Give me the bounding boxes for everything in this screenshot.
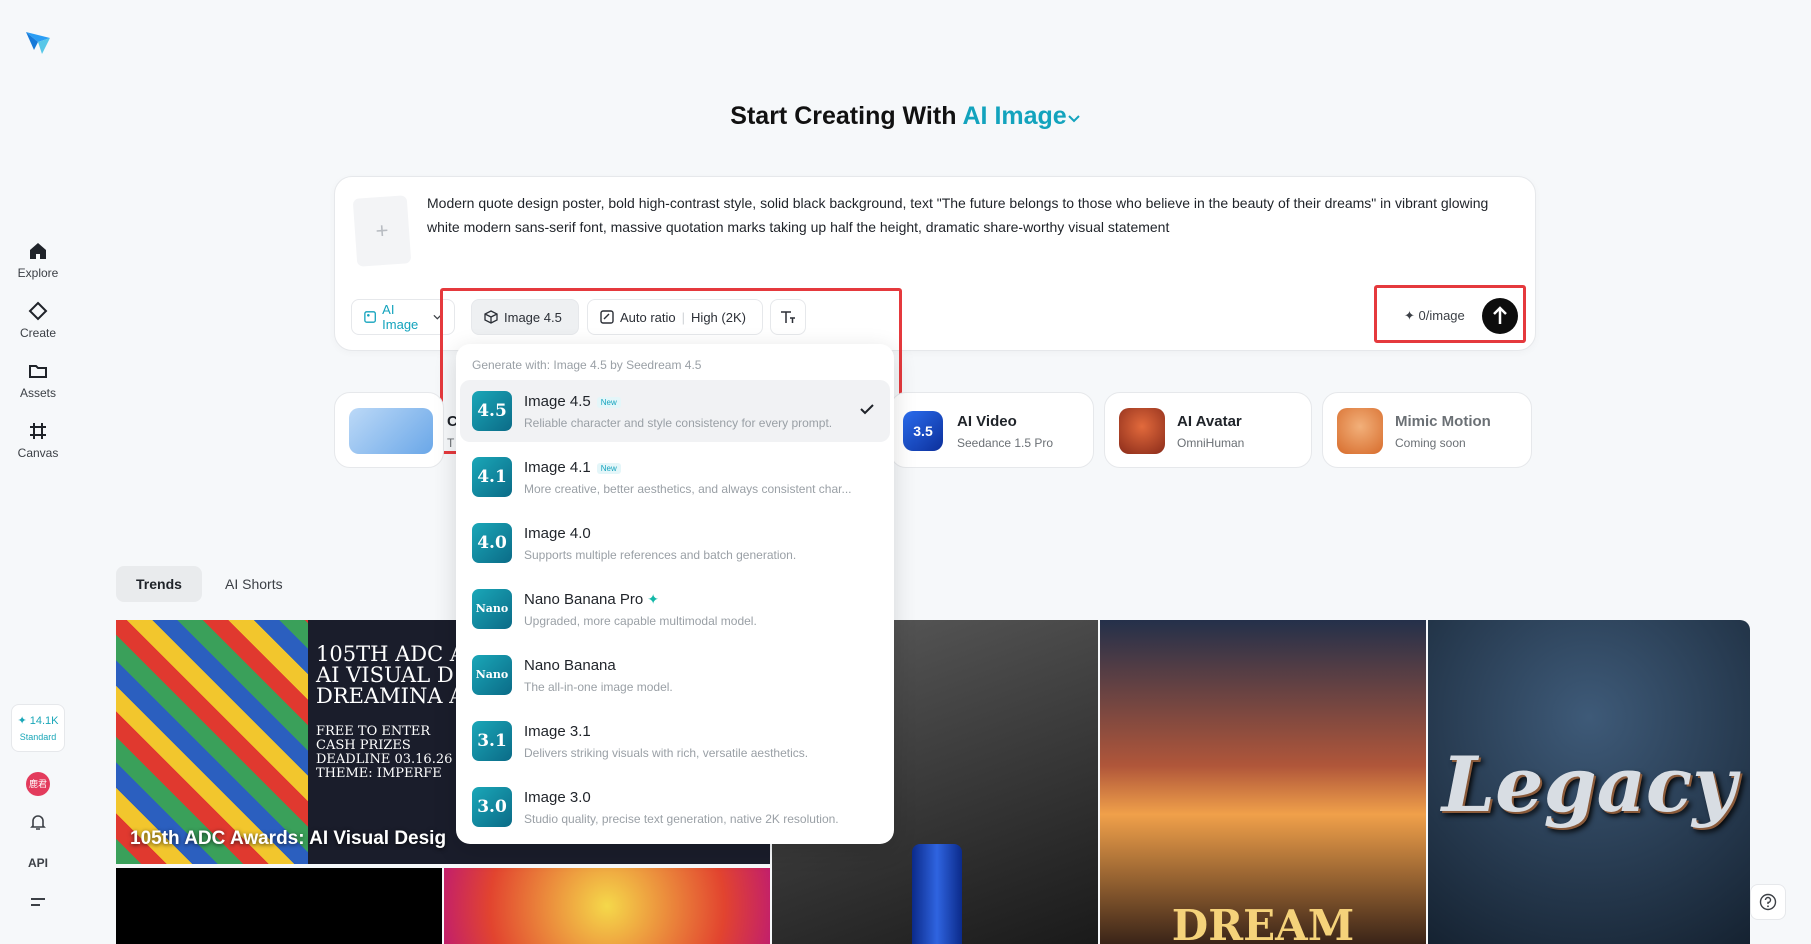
tab-trends[interactable]: Trends bbox=[116, 566, 202, 602]
help-button[interactable] bbox=[1750, 884, 1786, 920]
model-option-image-4-0[interactable]: 4.0 Image 4.0 Supports multiple referenc… bbox=[460, 512, 890, 574]
model-thumbnail: 3.1 bbox=[472, 721, 512, 761]
model-option-image-4-1[interactable]: 4.1 Image 4.1 New More creative, better a… bbox=[460, 446, 890, 508]
model-dropdown: Generate with: Image 4.5 by Seedream 4.5… bbox=[456, 344, 894, 844]
bell-icon[interactable] bbox=[28, 812, 48, 832]
sidebar-item-explore[interactable]: Explore bbox=[0, 240, 76, 280]
credits-badge[interactable]: ✦ 14.1K Standard bbox=[11, 704, 65, 752]
feature-card-ai-video[interactable]: 3.5 AI Video Seedance 1.5 Pro bbox=[890, 392, 1094, 468]
highlight-generate bbox=[1374, 285, 1526, 343]
pegasus-thumbnail bbox=[349, 408, 433, 454]
prompt-input[interactable]: Modern quote design poster, bold high-co… bbox=[427, 191, 1507, 239]
avatar-thumbnail bbox=[1119, 408, 1165, 454]
avatar[interactable]: 鹿君 bbox=[26, 772, 50, 796]
home-icon bbox=[30, 243, 46, 259]
feature-card-mimic-motion[interactable]: Mimic Motion Coming soon bbox=[1322, 392, 1532, 468]
feature-card-ai-avatar[interactable]: AI Avatar OmniHuman bbox=[1104, 392, 1312, 468]
dropdown-header: Generate with: Image 4.5 by Seedream 4.5 bbox=[472, 358, 702, 372]
sidebar-item-label: Explore bbox=[17, 266, 59, 280]
plan-label: Standard bbox=[19, 732, 57, 742]
gallery-card-comic[interactable] bbox=[444, 868, 770, 944]
new-badge: New bbox=[596, 396, 621, 408]
sidebar-item-label: Create bbox=[19, 326, 57, 340]
mode-selector[interactable]: AI Image bbox=[963, 102, 1081, 130]
legacy-text: Legacy bbox=[1441, 740, 1737, 829]
sparkle-icon: ✦ bbox=[647, 591, 659, 607]
upload-reference-button[interactable]: + bbox=[352, 195, 412, 267]
sidebar-item-create[interactable]: Create bbox=[0, 300, 76, 340]
poster-text: 105TH ADC A AI VISUAL D DREAMINA A FREE … bbox=[316, 642, 465, 781]
dreamina-logo-icon[interactable] bbox=[24, 28, 52, 56]
question-icon bbox=[1759, 893, 1777, 911]
credits-count: 14.1K bbox=[29, 715, 59, 727]
sidebar-item-label: Canvas bbox=[17, 446, 59, 460]
diamond-icon bbox=[28, 301, 48, 321]
tab-ai-shorts[interactable]: AI Shorts bbox=[205, 566, 303, 602]
model-option-image-3-1[interactable]: 3.1 Image 3.1 Delivers striking visuals … bbox=[460, 710, 890, 772]
gallery-grid: 105TH ADC A AI VISUAL D DREAMINA A FREE … bbox=[116, 620, 1750, 944]
model-thumbnail: 4.5 bbox=[472, 391, 512, 431]
gallery-card-dark[interactable] bbox=[116, 868, 442, 944]
model-thumbnail: 4.0 bbox=[472, 523, 512, 563]
sidebar-item-assets[interactable]: Assets bbox=[0, 360, 76, 400]
model-thumbnail: Nano bbox=[472, 589, 512, 629]
motion-thumbnail bbox=[1337, 408, 1383, 454]
bottle-shape bbox=[912, 844, 962, 944]
dream-text: DREAM bbox=[1171, 901, 1355, 944]
model-thumbnail: Nano bbox=[472, 655, 512, 695]
model-option-nano-banana-pro[interactable]: Nano Nano Banana Pro ✦ Upgraded, more cap… bbox=[460, 578, 890, 640]
model-option-image-4-5[interactable]: 4.5 Image 4.5 New Reliable character and … bbox=[460, 380, 890, 442]
seedance-thumbnail: 3.5 bbox=[903, 411, 943, 451]
page-title: Start Creating With AI Image bbox=[0, 102, 1811, 131]
sparkle-icon: ✦ bbox=[17, 715, 30, 727]
feature-card-ai-agent[interactable]: C T bbox=[334, 392, 458, 468]
checkmark-icon bbox=[860, 404, 874, 415]
gallery-card-legacy[interactable]: Legacy bbox=[1428, 620, 1750, 944]
gallery-caption: 105th ADC Awards: AI Visual Desig bbox=[130, 828, 447, 849]
api-link[interactable]: API bbox=[0, 856, 76, 870]
model-thumbnail: 4.1 bbox=[472, 457, 512, 497]
model-option-nano-banana[interactable]: Nano Nano Banana The all-in-one image mo… bbox=[460, 644, 890, 706]
chevron-down-icon bbox=[1067, 115, 1080, 123]
folder-icon bbox=[29, 365, 47, 378]
new-badge: New bbox=[596, 462, 621, 474]
sidebar: Explore Create Assets Canvas ✦ 14.1K Sta… bbox=[0, 0, 76, 944]
menu-icon[interactable] bbox=[30, 896, 46, 908]
image-icon bbox=[364, 311, 376, 323]
gallery-card-dream[interactable]: DREAM bbox=[1100, 620, 1426, 944]
sidebar-item-canvas[interactable]: Canvas bbox=[0, 420, 76, 460]
sidebar-item-label: Assets bbox=[19, 386, 56, 400]
model-thumbnail: 3.0 bbox=[472, 787, 512, 827]
model-option-image-3-0[interactable]: 3.0 Image 3.0 Studio quality, precise te… bbox=[460, 776, 890, 838]
hash-icon bbox=[30, 423, 46, 439]
